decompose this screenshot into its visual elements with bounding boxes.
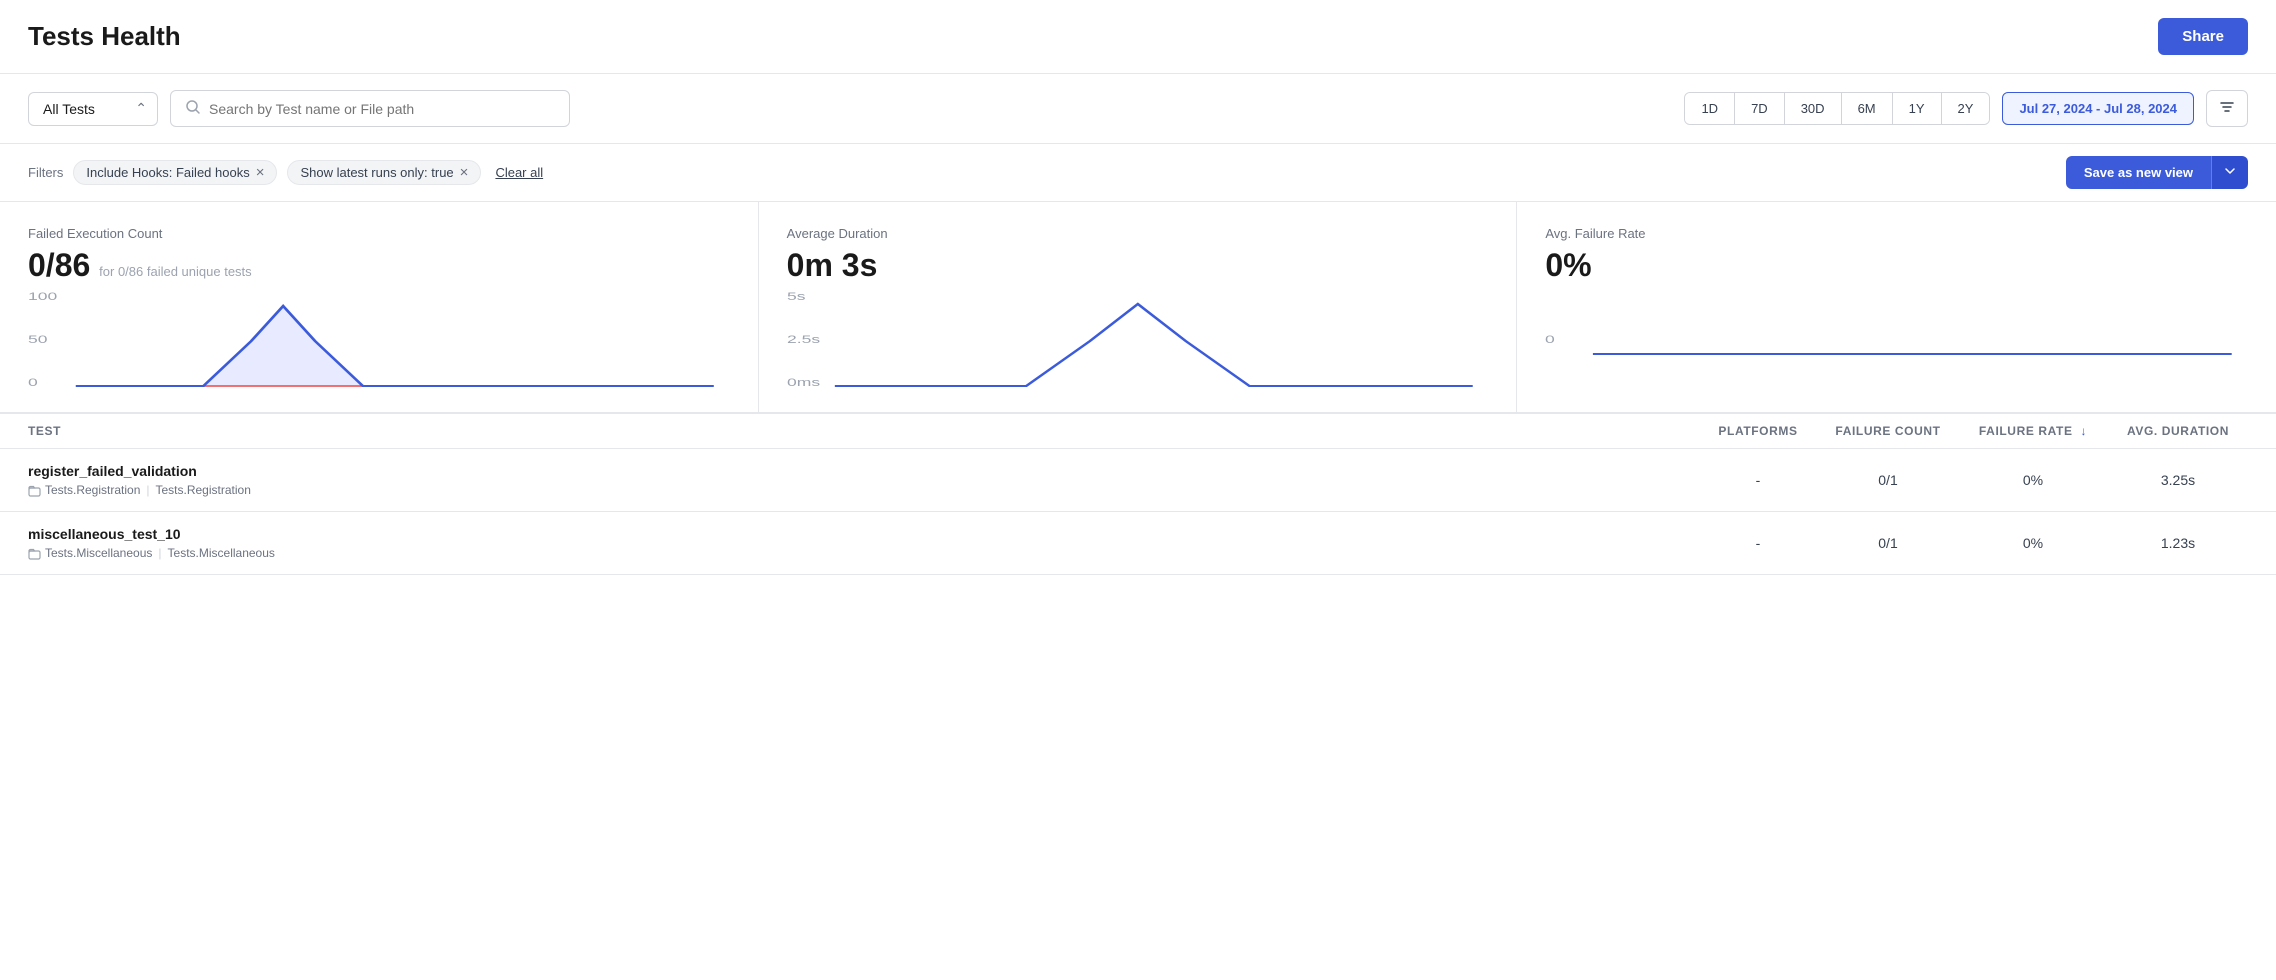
filter-tag-hooks-text: Include Hooks: Failed hooks xyxy=(86,165,249,180)
time-30d[interactable]: 30D xyxy=(1785,93,1842,124)
page-header: Tests Health Share xyxy=(0,0,2276,74)
svg-text:100: 100 xyxy=(28,291,57,303)
card-avg-duration: Average Duration 0m 3s 5s 2.5s 0ms xyxy=(759,202,1518,413)
filter-bar: Filters Include Hooks: Failed hooks × Sh… xyxy=(0,144,2276,202)
svg-text:2.5s: 2.5s xyxy=(787,334,820,346)
path1-1: Tests.Registration xyxy=(45,483,140,497)
card-failed-value: 0/86 for 0/86 failed unique tests xyxy=(28,247,730,284)
col-platforms: PLATFORMS xyxy=(1698,424,1818,438)
save-view-wrap: Save as new view xyxy=(2066,156,2248,189)
search-input[interactable] xyxy=(209,101,555,117)
all-tests-label: All Tests xyxy=(43,101,95,117)
path2-1: Tests.Registration xyxy=(156,483,251,497)
save-view-chevron-button[interactable] xyxy=(2211,156,2248,189)
card-failure-rate-chart: 0 xyxy=(1545,286,2248,396)
time-1y[interactable]: 1Y xyxy=(1893,93,1942,124)
card-failure-rate-label: Avg. Failure Rate xyxy=(1545,226,2248,241)
filter-tag-hooks: Include Hooks: Failed hooks × xyxy=(73,160,277,185)
chevron-down-icon xyxy=(2224,165,2236,177)
svg-text:0: 0 xyxy=(1545,334,1555,346)
path1-2: Tests.Miscellaneous xyxy=(45,546,152,560)
folder-icon xyxy=(28,547,41,560)
platforms-1: - xyxy=(1698,472,1818,488)
clear-all-button[interactable]: Clear all xyxy=(495,165,543,180)
table-row: miscellaneous_test_10 Tests.Miscellaneou… xyxy=(0,512,2276,575)
card-avg-duration-label: Average Duration xyxy=(787,226,1489,241)
test-cell-2: miscellaneous_test_10 Tests.Miscellaneou… xyxy=(28,526,1698,560)
test-path-1: Tests.Registration | Tests.Registration xyxy=(28,483,1698,497)
failure-count-2: 0/1 xyxy=(1818,535,1958,551)
filter-tag-latest-runs: Show latest runs only: true × xyxy=(287,160,481,185)
folder-icon xyxy=(28,484,41,497)
page-title: Tests Health xyxy=(28,21,181,52)
search-icon xyxy=(185,99,201,118)
col-failure-rate: FAILURE RATE ↓ xyxy=(1958,424,2108,438)
share-button[interactable]: Share xyxy=(2158,18,2248,55)
col-failure-count: FAILURE COUNT xyxy=(1818,424,1958,438)
all-tests-select[interactable]: All Tests ⌃ xyxy=(28,92,158,126)
filters-label: Filters xyxy=(28,165,63,180)
platforms-2: - xyxy=(1698,535,1818,551)
test-name-2: miscellaneous_test_10 xyxy=(28,526,1698,542)
time-7d[interactable]: 7D xyxy=(1735,93,1785,124)
test-name-1: register_failed_validation xyxy=(28,463,1698,479)
svg-text:50: 50 xyxy=(28,334,48,346)
date-range-button[interactable]: Jul 27, 2024 - Jul 28, 2024 xyxy=(2002,92,2194,125)
card-failed-label: Failed Execution Count xyxy=(28,226,730,241)
filter-tag-hooks-remove[interactable]: × xyxy=(256,165,265,180)
table-row: register_failed_validation Tests.Registr… xyxy=(0,449,2276,512)
save-view-button[interactable]: Save as new view xyxy=(2066,156,2211,189)
card-failure-rate: Avg. Failure Rate 0% 0 xyxy=(1517,202,2276,413)
table-header-row: TEST PLATFORMS FAILURE COUNT FAILURE RAT… xyxy=(0,414,2276,449)
filter-tag-latest-runs-text: Show latest runs only: true xyxy=(300,165,453,180)
sort-icon: ↓ xyxy=(2080,424,2087,438)
card-failed-chart: 100 50 0 xyxy=(28,286,730,396)
card-avg-duration-value: 0m 3s xyxy=(787,247,1489,284)
svg-text:5s: 5s xyxy=(787,291,806,303)
metric-cards: Failed Execution Count 0/86 for 0/86 fai… xyxy=(0,202,2276,414)
time-2y[interactable]: 2Y xyxy=(1942,93,1990,124)
filter-icon-button[interactable] xyxy=(2206,90,2248,127)
failure-rate-1: 0% xyxy=(1958,472,2108,488)
col-avg-duration: AVG. DURATION xyxy=(2108,424,2248,438)
filter-icon xyxy=(2219,99,2235,115)
card-avg-duration-chart: 5s 2.5s 0ms xyxy=(787,286,1489,396)
failure-count-1: 0/1 xyxy=(1818,472,1958,488)
col-test: TEST xyxy=(28,424,1698,438)
time-6m[interactable]: 6M xyxy=(1842,93,1893,124)
time-filter-group: 1D 7D 30D 6M 1Y 2Y xyxy=(1684,92,1990,125)
toolbar: All Tests ⌃ 1D 7D 30D 6M 1Y 2Y Jul 27, 2… xyxy=(0,74,2276,144)
avg-duration-2: 1.23s xyxy=(2108,535,2248,551)
card-failure-rate-value: 0% xyxy=(1545,247,2248,284)
card-failed-execution: Failed Execution Count 0/86 for 0/86 fai… xyxy=(0,202,759,413)
test-cell-1: register_failed_validation Tests.Registr… xyxy=(28,463,1698,497)
failure-rate-2: 0% xyxy=(1958,535,2108,551)
svg-text:0ms: 0ms xyxy=(787,377,820,389)
test-path-2: Tests.Miscellaneous | Tests.Miscellaneou… xyxy=(28,546,1698,560)
avg-duration-1: 3.25s xyxy=(2108,472,2248,488)
time-1d[interactable]: 1D xyxy=(1685,93,1735,124)
chevron-down-icon: ⌃ xyxy=(135,100,147,117)
svg-text:0: 0 xyxy=(28,377,38,389)
path2-2: Tests.Miscellaneous xyxy=(168,546,275,560)
search-box[interactable] xyxy=(170,90,570,127)
filter-tag-latest-runs-remove[interactable]: × xyxy=(460,165,469,180)
tests-table: TEST PLATFORMS FAILURE COUNT FAILURE RAT… xyxy=(0,414,2276,575)
